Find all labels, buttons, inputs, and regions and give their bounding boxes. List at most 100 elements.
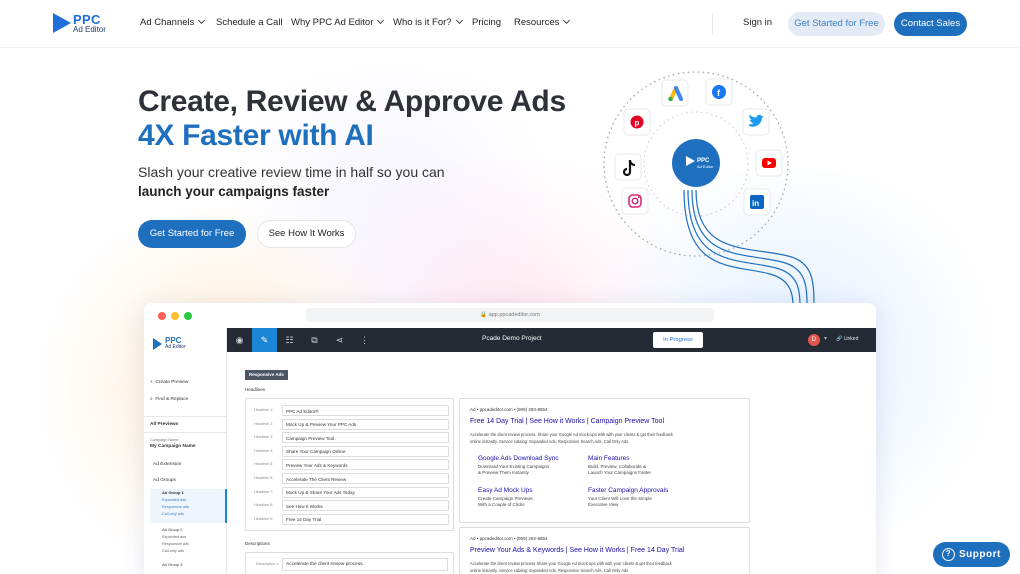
sign-in-link[interactable]: Sign in bbox=[743, 17, 772, 28]
nav-item-who-is-it-for[interactable]: Who is it For? bbox=[393, 16, 463, 28]
nav-item-why-ppc[interactable]: Why PPC Ad Editor bbox=[291, 16, 385, 28]
headline-text: Preview Your Ads & Keywords bbox=[286, 462, 348, 468]
responsive-ads-tag: Responsive Ads bbox=[245, 370, 288, 380]
nav-item-schedule-call[interactable]: Schedule a Call bbox=[216, 17, 283, 28]
headline-input[interactable]: Mock Up & Preview Your PPC Ads bbox=[282, 418, 449, 430]
nav-item-pricing[interactable]: Pricing bbox=[472, 17, 501, 28]
orbit-center-subtext: Ad Editor bbox=[697, 164, 714, 169]
avatar-chevron-icon[interactable]: ▾ bbox=[824, 335, 827, 342]
more-vertical-icon[interactable]: ⋮ bbox=[352, 328, 377, 352]
ad-group-1-item[interactable]: Ad Group 1 bbox=[162, 490, 184, 495]
chevron-down-icon bbox=[563, 16, 571, 25]
description-1-label: Description 1: bbox=[256, 562, 280, 566]
headline-input[interactable]: Share Your Campaign Online bbox=[282, 445, 449, 457]
headline-input[interactable]: PPC Ad Editor® bbox=[282, 405, 449, 416]
ad-channels-orbit-graphic: PPC Ad Editor f p in bbox=[603, 71, 815, 306]
maximize-dot bbox=[184, 312, 192, 320]
user-avatar[interactable]: D bbox=[808, 334, 820, 346]
headline-row: Headline 7: Mock Up & Share Your Ads Toda… bbox=[254, 486, 449, 498]
headline-label: Headline 9: bbox=[254, 516, 274, 521]
youtube-icon bbox=[755, 149, 783, 177]
preview-2-desc-2: online instantly. Service catalog: Expan… bbox=[470, 568, 629, 573]
top-navbar: PPC Ad Editor Ad Channels Schedule a Cal… bbox=[0, 0, 1020, 48]
description-1-input[interactable]: Accelerate the client review process. bbox=[282, 558, 448, 571]
headline-row: Headline 6: Accelerate The Client Review bbox=[254, 473, 449, 484]
hero-subtitle-bold: launch your campaigns faster bbox=[138, 184, 330, 199]
all-previews-item[interactable]: All Previews bbox=[150, 422, 178, 427]
headline-label: Headline 4: bbox=[254, 448, 274, 453]
headline-row: Headline 4: Share Your Campaign Online bbox=[254, 445, 449, 457]
create-preview-item[interactable]: + Create Preview bbox=[150, 380, 188, 385]
contact-sales-button[interactable]: Contact Sales bbox=[894, 12, 967, 36]
pinterest-icon: p bbox=[623, 108, 651, 136]
ad-extension-item[interactable]: Ad Extension bbox=[153, 462, 181, 467]
find-replace-item[interactable]: ⌕ Find & Replace bbox=[150, 396, 188, 402]
status-dropdown[interactable]: In Progress bbox=[653, 332, 703, 348]
sitelink-2-title[interactable]: Main Features bbox=[588, 455, 651, 462]
hero-section: Create, Review & Approve Ads 4X Faster w… bbox=[138, 84, 566, 199]
nav-divider bbox=[712, 13, 713, 35]
headline-label: Headline 7: bbox=[254, 489, 274, 494]
eye-icon[interactable]: ◉ bbox=[227, 328, 252, 352]
chevron-down-icon bbox=[377, 16, 385, 25]
sitelink-1-title[interactable]: Google Ads Download Sync bbox=[478, 455, 559, 462]
headline-input[interactable]: Free 14 Day Trial bbox=[282, 513, 449, 525]
sitelink-3-title[interactable]: Easy Ad Mock Ups bbox=[478, 487, 533, 494]
headline-text: PPC Ad Editor® bbox=[286, 408, 319, 414]
headline-text: Free 14 Day Trial bbox=[286, 517, 322, 523]
ad-groups-item[interactable]: Ad Groups bbox=[153, 478, 176, 483]
copy-icon[interactable]: ⧉ bbox=[302, 328, 327, 352]
lock-icon: 🔒 bbox=[480, 312, 488, 318]
ad-group-3-item[interactable]: Ad Group 3 bbox=[162, 562, 182, 567]
preview-2-title[interactable]: Preview Your Ads & Keywords | See How it… bbox=[470, 547, 684, 554]
google-ads-icon bbox=[661, 79, 689, 107]
ad-group-1-call-only[interactable]: Call-only ads bbox=[162, 512, 184, 516]
sitelink-2-line-2: Launch Your Campaigns Faster bbox=[588, 470, 652, 475]
headline-input[interactable]: Campaign Preview Tool bbox=[282, 432, 449, 444]
hero-get-started-button[interactable]: Get Started for Free bbox=[138, 220, 246, 248]
sliders-icon[interactable]: ☷ bbox=[277, 328, 302, 352]
headline-input[interactable]: See How It Works bbox=[282, 500, 449, 512]
headline-input[interactable]: Mock Up & Share Your Ads Today bbox=[282, 486, 449, 498]
headline-input[interactable]: Preview Your Ads & Keywords bbox=[282, 459, 449, 471]
hero-headline: Create, Review & Approve Ads bbox=[138, 85, 566, 118]
ad-group-1-responsive[interactable]: Responsive ads bbox=[162, 505, 189, 509]
ad-group-2-expanded[interactable]: Expanded ads bbox=[162, 535, 186, 539]
headline-row: Headline 9: Free 14 Day Trial bbox=[254, 513, 449, 525]
ad-group-2-responsive[interactable]: Responsive ads bbox=[162, 542, 189, 546]
nav-item-resources[interactable]: Resources bbox=[514, 16, 571, 28]
ad-preview-card-2: Ad • ppcadeditor.com • (909) 293-8864 Pr… bbox=[459, 527, 750, 574]
nav-get-started-button[interactable]: Get Started for Free bbox=[788, 12, 885, 36]
headline-text: See How It Works bbox=[286, 503, 323, 509]
sitelink-1-line-1: Download Your Existing Campaigns bbox=[478, 464, 550, 469]
headline-text: Mock Up & Preview Your PPC Ads bbox=[286, 422, 357, 428]
chevron-down-icon bbox=[198, 16, 206, 25]
headline-input[interactable]: Accelerate The Client Review bbox=[282, 473, 449, 484]
campaign-name[interactable]: My Campaign Name bbox=[150, 444, 196, 449]
linked-status[interactable]: 🔗 Linked bbox=[836, 336, 858, 342]
svg-text:in: in bbox=[752, 199, 759, 208]
sitelink-4-title[interactable]: Faster Campaign Approvals bbox=[588, 487, 668, 494]
sitelink-4-line-2: Executive View bbox=[588, 502, 619, 507]
share-icon[interactable]: ⋖ bbox=[327, 328, 352, 352]
support-button[interactable]: ? Support bbox=[933, 542, 1010, 567]
headlines-label: Headlines bbox=[245, 387, 266, 392]
ad-group-1-expanded[interactable]: Expanded ads bbox=[162, 498, 186, 502]
ad-group-2-item[interactable]: Ad Group 2 bbox=[162, 527, 182, 532]
description-1-text: Accelerate the client review process. bbox=[286, 562, 364, 567]
see-how-it-works-button[interactable]: See How It Works bbox=[257, 220, 356, 248]
headline-row: Headline 2: Mock Up & Preview Your PPC Ad… bbox=[254, 418, 449, 430]
headline-text: Campaign Preview Tool bbox=[286, 435, 335, 441]
preview-1-title[interactable]: Free 14 Day Trial | See How it Works | C… bbox=[470, 418, 664, 425]
preview-2-ad-line: Ad • ppcadeditor.com • (909) 293-8864 bbox=[470, 536, 548, 541]
ppc-ad-editor-logo[interactable]: PPC Ad Editor bbox=[53, 12, 113, 35]
tiktok-icon bbox=[614, 153, 642, 181]
help-icon: ? bbox=[942, 548, 955, 561]
preview-1-desc-2: online instantly. Service catalog: Expan… bbox=[470, 439, 629, 444]
chevron-down-icon bbox=[455, 16, 463, 25]
nav-item-ad-channels[interactable]: Ad Channels bbox=[140, 16, 206, 28]
edit-pencil-icon[interactable]: ✎ bbox=[252, 328, 277, 352]
url-text: app.ppcadeditor.com bbox=[488, 312, 540, 318]
ad-group-2-call-only[interactable]: Call-only ads bbox=[162, 549, 184, 553]
descriptions-label: Descriptions bbox=[245, 541, 270, 546]
